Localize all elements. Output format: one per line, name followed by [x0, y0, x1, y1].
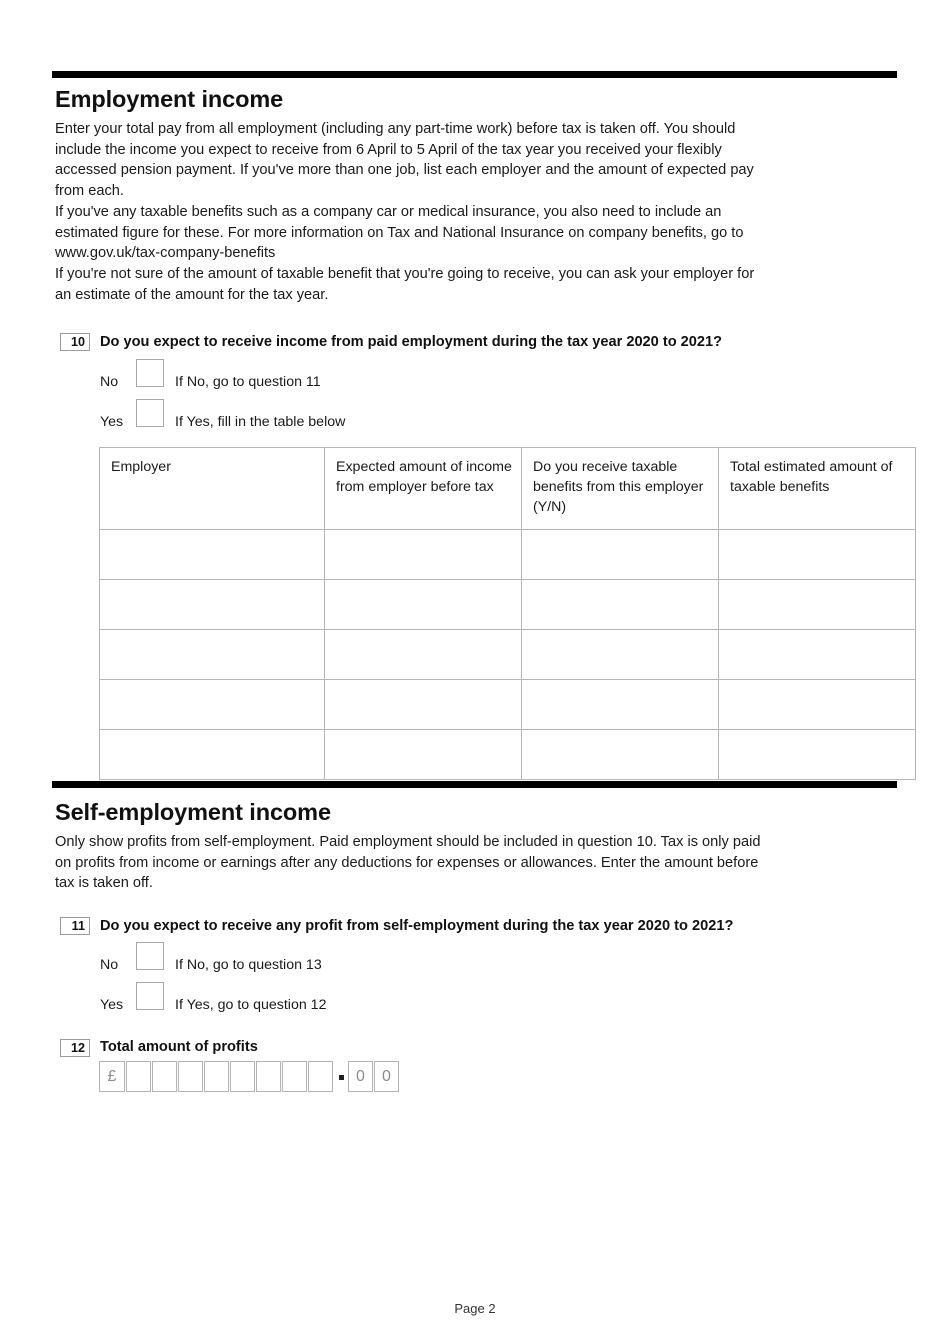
table-cell-total-benefits[interactable]: [718, 729, 916, 780]
amount-pence-box[interactable]: 0: [374, 1061, 399, 1092]
question-11-option-yes-hint: If Yes, go to question 12: [175, 997, 327, 1013]
table-header-total-estimated-benefits: Total estimated amount of taxable benefi…: [718, 447, 916, 530]
table-cell-expected-income[interactable]: [324, 679, 522, 730]
table-header-employer: Employer: [99, 447, 325, 530]
table-row[interactable]: [99, 679, 916, 730]
amount-digit-box[interactable]: [282, 1061, 307, 1092]
page-footer: Page 2: [454, 1301, 496, 1316]
question-11-option-yes-label: Yes: [100, 997, 124, 1013]
amount-digit-box[interactable]: [230, 1061, 255, 1092]
employment-paragraph-2: If you've any taxable benefits such as a…: [55, 204, 744, 262]
amount-digit-box[interactable]: [204, 1061, 229, 1092]
amount-digit-box[interactable]: [308, 1061, 333, 1092]
table-cell-employer[interactable]: [99, 729, 325, 780]
page-title-self-employment-income: Self-employment income: [55, 799, 331, 825]
question-11-text: Do you expect to receive any profit from…: [100, 918, 734, 934]
question-10-option-yes-hint: If Yes, fill in the table below: [175, 414, 346, 430]
page-title-employment-income: Employment income: [55, 86, 284, 112]
question-12-text: Total amount of profits: [100, 1039, 258, 1055]
amount-digit-box[interactable]: [178, 1061, 203, 1092]
table-cell-employer[interactable]: [99, 529, 325, 580]
amount-digit-box[interactable]: [152, 1061, 177, 1092]
table-cell-benefits-yn[interactable]: [521, 579, 719, 630]
question-11-option-no-label: No: [100, 957, 119, 973]
table-cell-benefits-yn[interactable]: [521, 529, 719, 580]
employment-paragraph-1: Enter your total pay from all employment…: [55, 121, 754, 199]
question-10-text: Do you expect to receive income from pai…: [100, 334, 723, 350]
table-header-expected-income: Expected amount of income from employer …: [324, 447, 522, 530]
question-11-checkbox-yes[interactable]: [136, 982, 164, 1010]
currency-symbol-cell: £: [99, 1061, 125, 1092]
table-cell-expected-income[interactable]: [324, 529, 522, 580]
table-cell-benefits-yn[interactable]: [521, 729, 719, 780]
total-profits-amount-field[interactable]: £ 0 0: [99, 1061, 400, 1092]
table-row[interactable]: [99, 729, 916, 780]
employment-table: Employer Expected amount of income from …: [99, 447, 916, 780]
question-number-12: 12: [60, 1039, 90, 1057]
question-10-option-no-label: No: [100, 374, 119, 390]
table-cell-expected-income[interactable]: [324, 729, 522, 780]
decimal-point-icon: [339, 1075, 344, 1080]
table-cell-total-benefits[interactable]: [718, 529, 916, 580]
table-header-row: Employer Expected amount of income from …: [99, 447, 916, 530]
table-row[interactable]: [99, 579, 916, 630]
section-divider-self-employment: [52, 780, 897, 789]
amount-digit-box[interactable]: [256, 1061, 281, 1092]
table-cell-employer[interactable]: [99, 679, 325, 730]
question-10-option-no-hint: If No, go to question 11: [175, 374, 321, 390]
table-cell-benefits-yn[interactable]: [521, 679, 719, 730]
question-number-11: 11: [60, 917, 90, 935]
question-11-option-no-hint: If No, go to question 13: [175, 957, 322, 973]
table-cell-total-benefits[interactable]: [718, 629, 916, 680]
table-cell-employer[interactable]: [99, 579, 325, 630]
table-cell-expected-income[interactable]: [324, 629, 522, 680]
table-cell-benefits-yn[interactable]: [521, 629, 719, 680]
table-cell-total-benefits[interactable]: [718, 679, 916, 730]
section-divider-employment: [52, 70, 897, 79]
question-10-checkbox-no[interactable]: [136, 359, 164, 387]
table-cell-total-benefits[interactable]: [718, 579, 916, 630]
self-employment-paragraph-1: Only show profits from self-employment. …: [55, 834, 761, 892]
table-row[interactable]: [99, 629, 916, 680]
question-10-checkbox-yes[interactable]: [136, 399, 164, 427]
employment-paragraph-3: If you're not sure of the amount of taxa…: [55, 266, 755, 303]
form-page: Employment income Enter your total pay f…: [0, 0, 950, 1342]
table-cell-expected-income[interactable]: [324, 579, 522, 630]
table-cell-employer[interactable]: [99, 629, 325, 680]
amount-digit-box[interactable]: [126, 1061, 151, 1092]
table-header-taxable-benefits-yn: Do you receive taxable benefits from thi…: [521, 447, 719, 530]
amount-pence-box[interactable]: 0: [348, 1061, 373, 1092]
question-11-checkbox-no[interactable]: [136, 942, 164, 970]
table-row[interactable]: [99, 529, 916, 580]
question-10-option-yes-label: Yes: [100, 414, 124, 430]
question-number-10: 10: [60, 333, 90, 351]
